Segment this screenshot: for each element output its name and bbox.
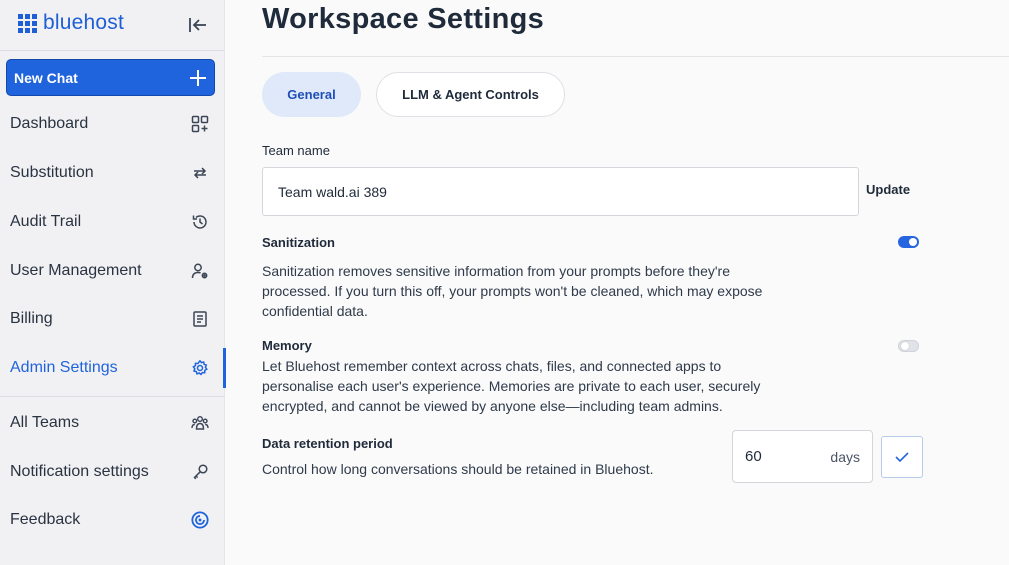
sidebar-item-label: User Management <box>10 262 142 279</box>
description-line: encrypted, and cannot be viewed by anyon… <box>262 398 723 414</box>
title-divider <box>262 56 1009 57</box>
team-icon <box>191 414 209 432</box>
retention-days-unit: days <box>830 448 860 465</box>
retention-description: Control how long conversations should be… <box>262 461 654 477</box>
description-line: confidential data. <box>262 303 368 319</box>
retention-days-input[interactable]: 60 days <box>732 430 873 483</box>
grid-logo-icon <box>18 13 37 33</box>
new-chat-label: New Chat <box>14 69 78 86</box>
brand-name: bluehost <box>43 11 124 34</box>
memory-toggle[interactable] <box>898 340 919 352</box>
feedback-icon <box>191 511 209 529</box>
tab-llm-agent-controls[interactable]: LLM & Agent Controls <box>376 72 565 117</box>
page-title: Workspace Settings <box>262 3 545 35</box>
new-chat-button[interactable]: New Chat <box>6 59 215 96</box>
sanitization-description: Sanitization removes sensitive informati… <box>262 261 762 321</box>
main-content: Workspace Settings General LLM & Agent C… <box>225 0 1009 565</box>
description-line: Let Bluehost remember context across cha… <box>262 358 722 374</box>
sidebar-item-audit-trail[interactable]: Audit Trail <box>0 202 225 242</box>
sidebar-item-substitution[interactable]: Substitution <box>0 153 225 193</box>
sidebar-item-dashboard[interactable]: Dashboard <box>0 104 225 144</box>
memory-title: Memory <box>262 338 312 353</box>
sidebar-item-label: All Teams <box>10 414 80 431</box>
description-line: personalise each user's experience. Memo… <box>262 378 761 394</box>
sidebar-item-label: Billing <box>10 310 53 327</box>
receipt-icon <box>191 310 209 328</box>
collapse-sidebar-button[interactable] <box>186 13 210 37</box>
dashboard-icon <box>191 115 209 133</box>
sidebar-item-billing[interactable]: Billing <box>0 299 225 339</box>
sidebar-item-notification-settings[interactable]: Notification settings <box>0 452 225 492</box>
swap-icon <box>191 164 209 182</box>
collapse-left-icon <box>189 18 206 32</box>
sidebar-item-feedback[interactable]: Feedback <box>0 500 225 540</box>
description-line: Sanitization removes sensitive informati… <box>262 263 730 279</box>
sidebar-divider <box>0 396 225 397</box>
sidebar-item-label: Feedback <box>10 511 81 528</box>
checkmark-icon <box>895 452 909 463</box>
sanitization-title: Sanitization <box>262 235 335 250</box>
description-line: processed. If you turn this off, your pr… <box>262 283 763 299</box>
team-name-input[interactable] <box>262 167 859 216</box>
retention-days-value: 60 <box>745 448 762 465</box>
retention-title: Data retention period <box>262 436 393 451</box>
key-icon <box>191 463 209 481</box>
toggle-knob <box>901 342 909 350</box>
sidebar-item-admin-settings[interactable]: Admin Settings <box>0 348 226 388</box>
sidebar-item-label: Dashboard <box>10 115 89 132</box>
sidebar-divider <box>0 50 225 51</box>
sidebar-item-all-teams[interactable]: All Teams <box>0 403 225 443</box>
history-icon <box>191 213 209 231</box>
sidebar-item-label: Substitution <box>10 164 94 181</box>
tab-general[interactable]: General <box>262 72 361 117</box>
sidebar: bluehost New Chat Dashboard Substitution <box>0 0 226 565</box>
sidebar-item-label: Admin Settings <box>10 359 118 376</box>
sanitization-toggle[interactable] <box>898 236 919 248</box>
toggle-knob <box>909 238 917 246</box>
memory-description: Let Bluehost remember context across cha… <box>262 356 760 416</box>
confirm-retention-button[interactable] <box>881 436 923 478</box>
user-gear-icon <box>191 262 209 280</box>
sidebar-item-user-management[interactable]: User Management <box>0 251 225 291</box>
plus-icon <box>190 69 206 86</box>
sidebar-item-label: Audit Trail <box>10 213 82 230</box>
team-name-label: Team name <box>262 143 330 158</box>
sidebar-item-label: Notification settings <box>10 463 149 480</box>
gear-icon <box>191 359 209 377</box>
update-button[interactable]: Update <box>866 182 910 197</box>
brand-logo[interactable]: bluehost <box>18 10 124 36</box>
